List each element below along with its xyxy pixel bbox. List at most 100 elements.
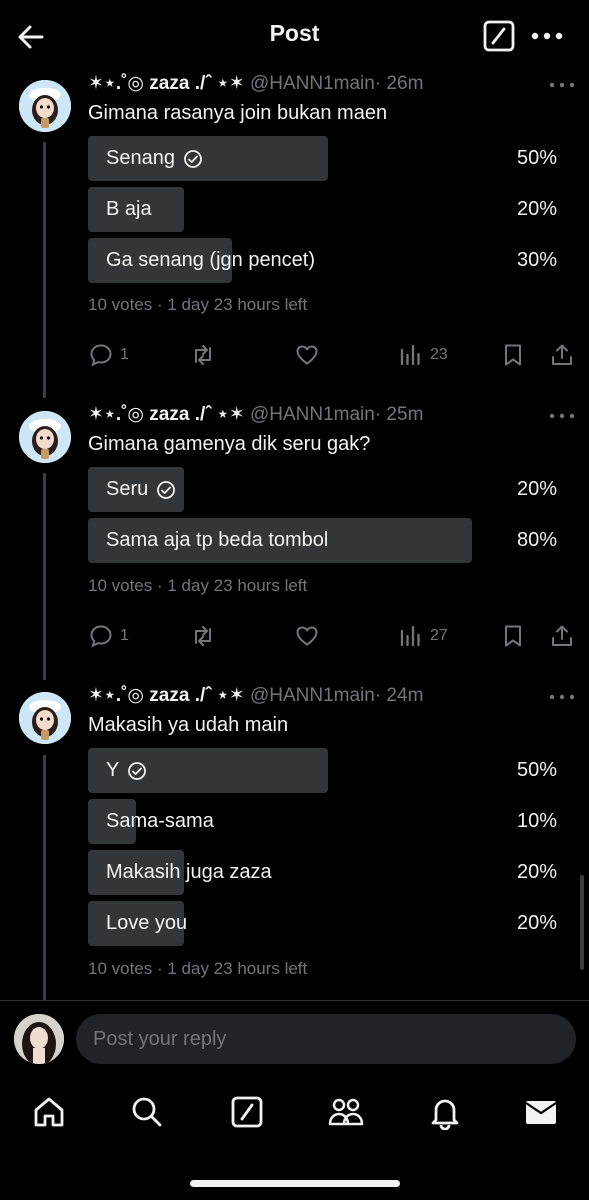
share-button[interactable] [549,340,575,370]
view-count: 27 [430,627,448,644]
poll-votes: 10 votes · 1 day 23 hours left [88,295,308,314]
reply-icon [90,625,112,648]
poll-option-label: B aja [106,198,152,220]
display-name[interactable]: ✶⋆.˚◎ zaza ./ˆ ⋆✶ [88,73,245,94]
reply-button[interactable]: 1 [88,340,129,370]
home-icon[interactable] [31,1094,67,1130]
poll-option-label: Seru [106,478,149,500]
post-text: Gimana rasanya join bukan maen [88,102,388,124]
repost-button[interactable] [190,621,216,651]
bookmark-icon [505,344,521,366]
share-button[interactable] [549,621,575,651]
post-text: Gimana gamenya dik seru gak? [88,433,371,455]
post-actions: 1 27 [0,621,589,651]
poll-option-percent: 50% [516,759,557,781]
check-circle-icon [184,149,202,168]
timestamp: · 26m [374,73,424,94]
timestamp: · 24m [374,685,424,706]
views-button[interactable]: 23 [398,340,448,370]
poll-option[interactable]: Ga senang (jgn pencet) 30% [88,238,568,283]
timestamp: · 25m [374,404,424,425]
avatar[interactable] [14,1014,64,1064]
poll-option[interactable]: Sama aja tp beda tombol 80% [88,518,568,563]
more-horizontal-icon[interactable] [530,23,564,49]
check-circle-icon [128,761,147,780]
poll-votes: 10 votes · 1 day 23 hours left [88,576,308,595]
view-count: 23 [430,346,448,363]
avatar[interactable] [19,692,71,744]
poll-option-label: Senang [106,147,175,169]
poll-option-label: Y [106,759,120,781]
reply-count: 1 [120,627,129,644]
poll-votes: 10 votes · 1 day 23 hours left [88,959,308,978]
analytics-icon [400,344,420,366]
handle[interactable]: @HANN1main [250,73,375,94]
poll-option-percent: 50% [516,147,557,169]
poll-option-percent: 30% [516,249,557,271]
check-circle-icon [157,480,176,499]
avatar[interactable] [19,411,71,463]
repost-icon [195,626,211,646]
repost-button[interactable] [190,340,216,370]
poll-option[interactable]: Seru 20% [88,467,568,512]
search-icon[interactable] [129,1094,165,1130]
avatar[interactable] [19,80,71,132]
reply-count: 1 [120,346,129,363]
poll-option-percent: 20% [516,478,557,500]
bookmark-button[interactable] [500,621,526,651]
views-button[interactable]: 27 [398,621,448,651]
bottom-tab-bar [0,1082,589,1142]
poll-option-label: Ga senang (jgn pencet) [106,249,316,271]
poll-option-label: Sama aja tp beda tombol [106,529,329,551]
compose-icon[interactable] [483,20,515,52]
communities-icon[interactable] [328,1094,364,1130]
poll-option-label: Makasih juga zaza [106,861,272,883]
poll-option-percent: 20% [516,198,557,220]
poll-option-label: Sama-sama [106,810,214,832]
bookmark-button[interactable] [500,340,526,370]
poll-option-label: Love you [106,912,188,934]
handle[interactable]: @HANN1main [250,404,375,425]
display-name[interactable]: ✶⋆.˚◎ zaza ./ˆ ⋆✶ [88,685,245,706]
share-icon [552,625,572,646]
more-horizontal-icon[interactable] [548,407,576,425]
compose-icon[interactable] [229,1094,265,1130]
poll-option[interactable]: Sama-sama 10% [88,799,568,844]
reply-icon [90,344,112,367]
reply-input[interactable] [76,1014,576,1064]
more-horizontal-icon[interactable] [548,76,576,94]
heart-icon [296,345,318,365]
poll-option[interactable]: B aja 20% [88,187,568,232]
share-icon [552,344,572,365]
like-button[interactable] [294,621,320,651]
thread-line [43,755,46,1001]
display-name[interactable]: ✶⋆.˚◎ zaza ./ˆ ⋆✶ [88,404,245,425]
reply-button[interactable]: 1 [88,621,129,651]
poll-option[interactable]: Love you 20% [88,901,568,946]
poll-option-percent: 20% [516,861,557,883]
post-header: ✶⋆.˚◎ zaza ./ˆ ⋆✶ @HANN1main· 26m [88,70,423,98]
poll-option-percent: 20% [516,912,557,934]
messages-icon[interactable] [523,1094,559,1130]
post-text: Makasih ya udah main [88,714,289,736]
post-actions: 1 23 [0,340,589,370]
analytics-icon [400,625,420,647]
poll-option-percent: 80% [516,529,557,551]
home-indicator [190,1180,400,1187]
repost-icon [195,345,211,365]
more-horizontal-icon[interactable] [548,688,576,706]
reply-bar [0,1001,589,1077]
notifications-icon[interactable] [427,1094,463,1130]
handle[interactable]: @HANN1main [250,685,375,706]
poll-option[interactable]: Senang 50% [88,136,568,181]
poll-option[interactable]: Y 50% [88,748,568,793]
heart-icon [296,626,318,646]
bookmark-icon [505,625,521,647]
poll-option[interactable]: Makasih juga zaza 20% [88,850,568,895]
post-header: ✶⋆.˚◎ zaza ./ˆ ⋆✶ @HANN1main· 24m [88,682,423,710]
top-bar: Post [0,0,589,70]
poll-option-percent: 10% [516,810,557,832]
post-header: ✶⋆.˚◎ zaza ./ˆ ⋆✶ @HANN1main· 25m [88,401,423,429]
scrollbar[interactable] [580,875,584,970]
like-button[interactable] [294,340,320,370]
